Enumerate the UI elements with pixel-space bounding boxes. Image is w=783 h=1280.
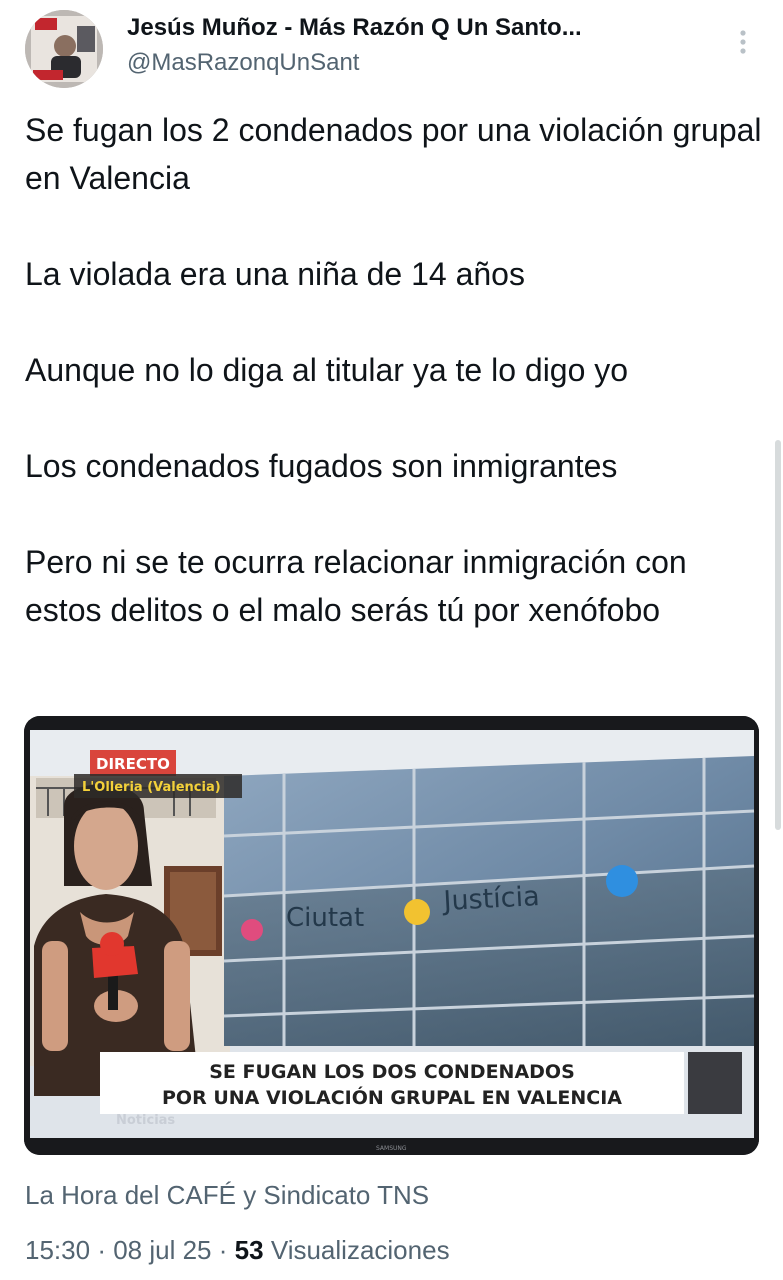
building-sign-ciutat: Ciutat bbox=[286, 903, 364, 933]
scrollbar[interactable] bbox=[775, 440, 781, 830]
news-broadcast-photo: Ciutat Justícia DIRECTO L'Olleria (Valen… bbox=[24, 716, 759, 1155]
meta-separator: · bbox=[218, 1235, 228, 1265]
headline-line-1: SE FUGAN LOS DOS CONDENADOS bbox=[209, 1061, 575, 1083]
building-sign-justicia: Justícia bbox=[441, 881, 541, 917]
author-avatar[interactable] bbox=[25, 10, 103, 88]
media-source-attribution: La Hora del CAFÉ y Sindicato TNS bbox=[25, 1180, 430, 1210]
more-vertical-icon bbox=[740, 30, 746, 54]
tweet-time[interactable]: 15:30 bbox=[25, 1235, 90, 1265]
tweet-paragraph: Se fugan los 2 condenados por una violac… bbox=[25, 112, 762, 196]
live-badge: DIRECTO bbox=[96, 755, 170, 773]
tweet-paragraph: La violada era una niña de 14 años bbox=[25, 256, 525, 292]
avatar-image bbox=[25, 10, 103, 88]
tweet-paragraph: Aunque no lo diga al titular ya te lo di… bbox=[25, 352, 629, 388]
tweet-text: Se fugan los 2 condenados por una violac… bbox=[25, 106, 765, 634]
author-handle[interactable]: @MasRazonqUnSant bbox=[127, 49, 359, 77]
tweet-media-image[interactable]: Ciutat Justícia DIRECTO L'Olleria (Valen… bbox=[24, 716, 759, 1155]
more-options-button[interactable] bbox=[728, 22, 758, 62]
tv-brand: SAMSUNG bbox=[376, 1145, 407, 1152]
tweet-paragraph: Los condenados fugados son inmigrantes bbox=[25, 448, 618, 484]
location-label: L'Olleria (Valencia) bbox=[82, 780, 221, 795]
tweet-metadata: 15:30 · 08 jul 25 · 53 Visualizaciones bbox=[25, 1235, 450, 1266]
views-label: Visualizaciones bbox=[270, 1235, 450, 1265]
tweet-paragraph: Pero ni se te ocurra relacionar inmigrac… bbox=[25, 544, 687, 628]
author-name[interactable]: Jesús Muñoz - Más Razón Q Un Santo... bbox=[127, 14, 582, 42]
tweet-header: Jesús Muñoz - Más Razón Q Un Santo... @M… bbox=[0, 0, 783, 100]
meta-separator: · bbox=[97, 1235, 106, 1265]
tweet-date[interactable]: 08 jul 25 bbox=[113, 1235, 211, 1265]
headline-line-2: POR UNA VIOLACIÓN GRUPAL EN VALENCIA bbox=[162, 1085, 622, 1109]
channel-brand: Noticias bbox=[116, 1113, 175, 1128]
views-count[interactable]: 53 bbox=[235, 1235, 264, 1265]
